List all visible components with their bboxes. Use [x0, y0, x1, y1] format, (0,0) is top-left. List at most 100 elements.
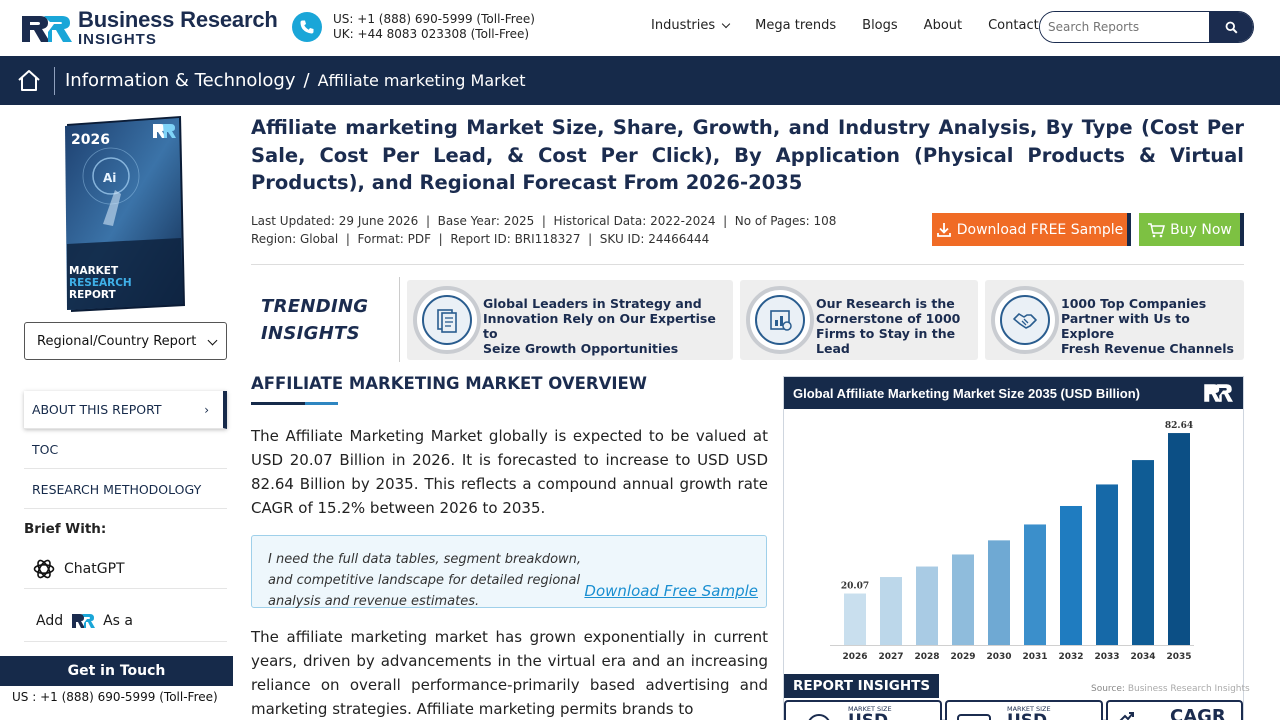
main-nav: Industries Mega trends Blogs About Conta…	[651, 18, 1065, 33]
download-icon	[936, 222, 951, 237]
report-cover-image: 2026 Ai MARKET RESEARCH REPORT	[65, 116, 185, 312]
callout-text: I need the full data tables, segment bre…	[268, 552, 582, 609]
chatgpt-label: ChatGPT	[64, 560, 125, 577]
market-gauge-icon	[808, 714, 830, 720]
nav-about[interactable]: About	[924, 18, 962, 33]
chevron-down-icon	[721, 19, 731, 28]
insight-card-3: CAGR	[1106, 700, 1243, 720]
page-title: Affiliate marketing Market Size, Share, …	[251, 116, 1244, 194]
cover-line2: RESEARCH	[69, 277, 132, 289]
overview-heading: AFFILIATE MARKETING MARKET OVERVIEW	[251, 374, 647, 393]
chart-data-label: 82.64	[1165, 421, 1193, 431]
chart-tick-label: 2027	[878, 652, 903, 662]
cover-year: 2026	[71, 132, 110, 148]
strategy-docs-icon	[437, 309, 457, 333]
chatgpt-button[interactable]: ChatGPT	[24, 549, 227, 589]
cart-icon	[1148, 222, 1166, 237]
insight-card-3-value: CAGR	[1170, 706, 1226, 720]
nav-mega-trends[interactable]: Mega trends	[755, 18, 836, 33]
side-item-about-label: ABOUT THIS REPORT	[32, 402, 162, 417]
search-input[interactable]	[1040, 12, 1210, 42]
get-in-touch-panel: Get in Touch US : +1 (888) 690-5999 (Tol…	[0, 656, 233, 720]
chart-bar-2031	[1024, 524, 1046, 645]
chart-tick-label: 2030	[986, 652, 1011, 662]
chart-tick-label: 2033	[1094, 652, 1119, 662]
nav-blogs[interactable]: Blogs	[862, 18, 898, 33]
chart-bar-2030	[988, 540, 1010, 645]
chart-header: Global Affiliate Marketing Market Size 2…	[784, 377, 1243, 409]
trending-card-2[interactable]: Our Research is the Cornerstone of 1000 …	[740, 280, 978, 360]
chart-bar-2035	[1168, 433, 1190, 645]
search-box	[1039, 11, 1254, 43]
insight-card-2: MARKET SIZE USD 82.64	[945, 700, 1103, 720]
breadcrumb-category[interactable]: Information & Technology	[65, 70, 296, 91]
trending-card-1[interactable]: Global Leaders in Strategy and Innovatio…	[407, 280, 733, 360]
chart-tick-label: 2034	[1130, 652, 1155, 662]
side-item-about[interactable]: ABOUT THIS REPORT ›	[24, 391, 227, 429]
trending-label-line1: TRENDING	[261, 296, 369, 317]
sample-callout: I need the full data tables, segment bre…	[251, 535, 767, 609]
search-icon	[1225, 21, 1238, 34]
trending-card-1-line3: Seize Growth Opportunities	[483, 341, 679, 356]
phone-us[interactable]: US: +1 (888) 690-5999 (Toll-Free)	[333, 12, 535, 27]
chart-tick-label: 2029	[950, 652, 975, 662]
trending-card-2-line1: Our Research is the	[816, 296, 955, 311]
chart-plot: 2026 20.07 2027 2028 2029 2030 2031 2032 2033 203…	[830, 421, 1194, 662]
report-meta-line1: Last Updated: 29 June 2026 | Base Year: …	[251, 214, 837, 228]
report-meta: Last Updated: 29 June 2026 | Base Year: …	[251, 212, 836, 248]
brief-with-label: Brief With:	[24, 521, 107, 537]
trending-card-ring	[991, 286, 1059, 354]
phone-numbers: US: +1 (888) 690-5999 (Toll-Free) UK: +4…	[333, 12, 535, 42]
chart-tick-label: 2028	[914, 652, 939, 662]
callout-download-link[interactable]: Download Free Sample	[584, 582, 758, 600]
phone-icon[interactable]	[292, 12, 322, 42]
add-label: Add	[36, 612, 64, 629]
overview-paragraph-1: The Affiliate Marketing Market globally …	[251, 427, 768, 517]
trending-card-2-line2: Cornerstone of 1000	[816, 311, 961, 326]
nav-contact[interactable]: Contact	[988, 18, 1039, 33]
bri-logo-icon	[1204, 384, 1233, 402]
buy-now-button[interactable]: Buy Now	[1139, 213, 1244, 246]
side-item-toc[interactable]: TOC	[24, 431, 227, 469]
report-meta-line2: Region: Global | Format: PDF | Report ID…	[251, 232, 710, 246]
add-as-source-button[interactable]: Add As a	[24, 600, 227, 642]
breadcrumb-separator: /	[303, 70, 310, 91]
overview-paragraph-2: The affiliate marketing market has grown…	[251, 628, 768, 718]
download-sample-button[interactable]: Download FREE Sample	[932, 213, 1131, 246]
home-icon[interactable]	[16, 68, 42, 94]
research-chart-icon	[770, 310, 792, 331]
buy-now-label: Buy Now	[1170, 221, 1232, 238]
trending-card-ring-inner	[422, 295, 472, 345]
trending-card-1-line2: Innovation Rely on Our Expertise to	[483, 311, 716, 341]
bri-logo-icon	[72, 613, 96, 628]
trending-card-3-line3: Fresh Revenue Channels	[1061, 341, 1234, 356]
heading-underline-accent	[305, 402, 338, 405]
get-in-touch-title: Get in Touch	[0, 656, 233, 686]
side-item-methodology[interactable]: RESEARCH METHODOLOGY	[24, 471, 227, 509]
svg-text:Ai: Ai	[103, 171, 116, 185]
chatgpt-icon	[33, 559, 55, 578]
logo-line1: Business Research	[78, 7, 278, 32]
chart-tick-label: 2031	[1022, 652, 1047, 662]
touch-phone-us[interactable]: US : +1 (888) 690-5999 (Toll-Free)	[0, 686, 233, 704]
site-logo[interactable]: Business Research INSIGHTS	[20, 8, 280, 48]
trending-insights-label: TRENDING INSIGHTS	[261, 293, 368, 347]
insight-cards: MARKET SIZE USD 20.07 MARKET SIZE USD 82…	[784, 700, 1243, 720]
handshake-icon	[1013, 313, 1037, 329]
trending-card-ring	[413, 286, 481, 354]
phone-uk[interactable]: UK: +44 8083 023308 (Toll-Free)	[333, 27, 535, 42]
breadcrumb: Information & Technology / Affiliate mar…	[0, 56, 1280, 105]
trending-card-1-line1: Global Leaders in Strategy and	[483, 296, 702, 311]
nav-industries[interactable]: Industries	[651, 18, 731, 33]
growth-arrow-icon	[1119, 712, 1134, 720]
nav-industries-label: Industries	[651, 18, 716, 33]
trending-card-ring-inner	[755, 295, 805, 345]
logo-line2: INSIGHTS	[78, 31, 157, 48]
divider	[251, 264, 1244, 265]
trending-card-3[interactable]: 1000 Top Companies Partner with Us to Ex…	[985, 280, 1244, 360]
region-select[interactable]: Regional/Country Report	[24, 322, 227, 360]
search-button[interactable]	[1209, 12, 1253, 42]
trending-card-ring	[746, 286, 814, 354]
trending-card-1-text: Global Leaders in Strategy and Innovatio…	[483, 296, 733, 356]
market-box-icon	[957, 714, 991, 720]
